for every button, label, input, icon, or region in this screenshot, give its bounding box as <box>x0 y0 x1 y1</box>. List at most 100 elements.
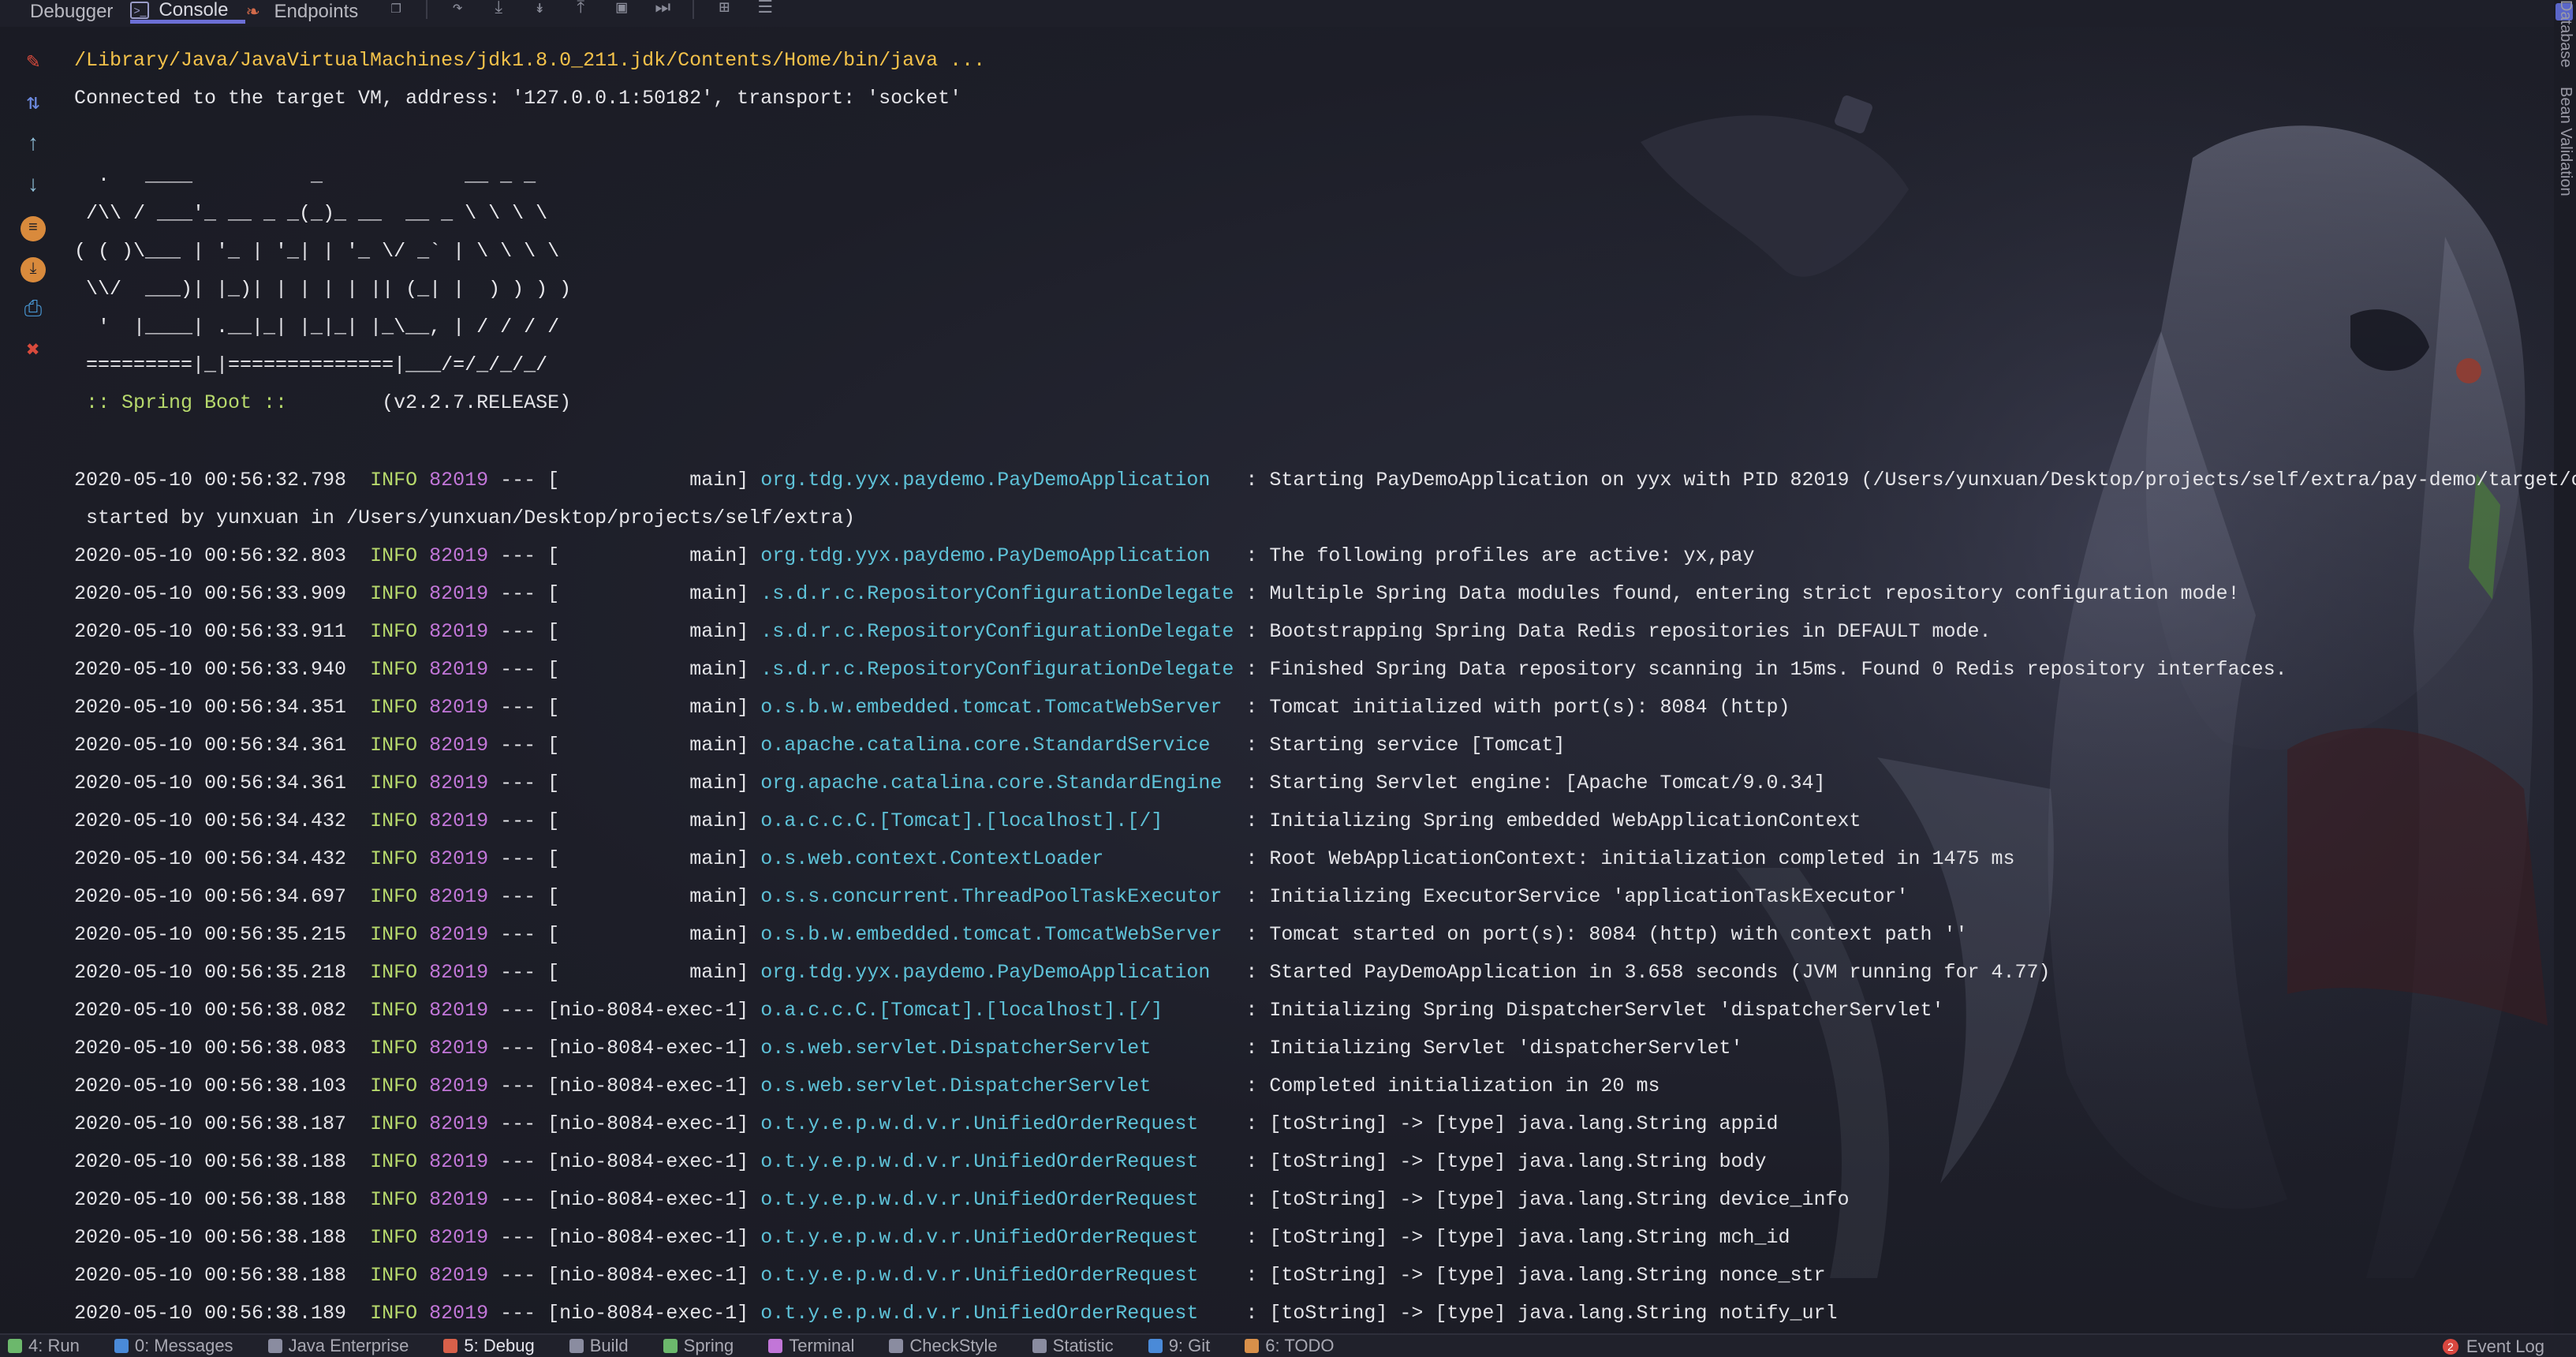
log-time: 2020-05-10 00:56:38.188 <box>74 1226 347 1249</box>
log-time: 2020-05-10 00:56:34.432 <box>74 847 347 870</box>
bottom-tab[interactable]: 4: Run <box>8 1336 80 1356</box>
build-icon <box>569 1339 584 1353</box>
step-into-icon[interactable]: ⤓ <box>489 0 508 19</box>
delete-icon[interactable]: ✖ <box>21 339 46 364</box>
java-enterprise-icon <box>267 1339 282 1353</box>
console-output[interactable]: /Library/Java/JavaVirtualMachines/jdk1.8… <box>74 47 2576 1325</box>
bottom-tab-label: Java Enterprise <box>288 1336 409 1355</box>
event-log-button[interactable]: 2 Event Log <box>2442 1335 2544 1357</box>
step-out-icon[interactable]: ⤒ <box>571 0 590 19</box>
force-step-into-icon[interactable]: ↡ <box>530 0 549 19</box>
log-line: 2020-05-10 00:56:35.218 INFO 82019 --- [… <box>74 959 2051 986</box>
scroll-down-icon[interactable]: ↓ <box>21 174 46 199</box>
log-pid: 82019 <box>429 1075 489 1097</box>
log-pid: 82019 <box>429 658 489 681</box>
banner-line: =========|_|==============|___/=/_/_/_/ <box>74 353 548 376</box>
bottom-tool-bar: 4: Run 0: Messages Java Enterprise 5: Debug… <box>0 1333 2576 1357</box>
tab-console-label: Console <box>159 0 229 21</box>
log-separator: --- <box>500 1150 536 1173</box>
log-level: INFO <box>370 696 418 719</box>
log-message: : [toString] -> [type] java.lang.String … <box>1245 1188 1850 1211</box>
log-separator: --- <box>500 544 536 567</box>
log-thread: [nio-8084-exec-1] <box>547 1150 749 1173</box>
log-message: : Finished Spring Data repository scanni… <box>1245 658 2287 681</box>
tab-console[interactable]: >_ Console <box>130 0 246 24</box>
toolbar-divider <box>693 0 695 19</box>
spring-icon <box>663 1339 678 1353</box>
print-icon[interactable]: ⎙ <box>21 298 46 323</box>
debug-icon <box>443 1339 458 1353</box>
log-thread: [ main] <box>547 469 749 492</box>
log-thread: [ main] <box>547 696 749 719</box>
log-pid: 82019 <box>429 999 489 1022</box>
bottom-tab[interactable]: CheckStyle <box>889 1336 998 1356</box>
evaluate-icon[interactable]: ⊞ <box>715 0 734 19</box>
log-thread: [ main] <box>547 620 749 643</box>
restore-layout-icon[interactable]: ❐ <box>386 0 405 19</box>
banner-line: . ____ _ __ _ _ <box>74 164 536 187</box>
log-pid: 82019 <box>429 620 489 643</box>
step-over-icon[interactable]: ↷ <box>448 0 467 19</box>
database-tab[interactable]: Database <box>2556 0 2574 68</box>
bottom-tab[interactable]: Java Enterprise <box>267 1336 409 1356</box>
terminal-icon <box>768 1339 783 1353</box>
log-line: 2020-05-10 00:56:38.083 INFO 82019 --- [… <box>74 1035 1742 1062</box>
endpoints-icon: ❧ <box>245 2 260 21</box>
bottom-tab[interactable]: Terminal <box>768 1336 854 1356</box>
bean-validation-tab[interactable]: Bean Validation <box>2556 87 2574 196</box>
trace-icon[interactable]: ☰ <box>756 0 775 19</box>
log-thread: [ main] <box>547 582 749 605</box>
log-pid: 82019 <box>429 1226 489 1249</box>
messages-icon <box>114 1339 129 1353</box>
log-line: 2020-05-10 00:56:38.188 INFO 82019 --- [… <box>74 1224 1790 1251</box>
log-line: 2020-05-10 00:56:33.911 INFO 82019 --- [… <box>74 619 1992 645</box>
scroll-up-icon[interactable]: ↑ <box>21 133 46 158</box>
bottom-tab[interactable]: 0: Messages <box>114 1336 233 1356</box>
banner-line: ( ( )\___ | '_ | '_| | '_ \/ _` | \ \ \ … <box>74 240 560 263</box>
log-logger: o.a.c.c.C.[Tomcat].[localhost].[/] <box>760 809 1234 832</box>
bottom-tab[interactable]: 5: Debug <box>443 1336 535 1356</box>
soft-wrap-icon[interactable]: ≡ <box>21 216 46 241</box>
bottom-tab[interactable]: 6: TODO <box>1245 1336 1334 1356</box>
log-separator: --- <box>500 961 536 984</box>
log-pid: 82019 <box>429 1264 489 1287</box>
scroll-to-end-icon[interactable]: ⤓ <box>21 257 46 282</box>
bottom-tab[interactable]: Spring <box>663 1336 734 1356</box>
spring-boot-version: (v2.2.7.RELEASE) <box>299 391 572 414</box>
tab-debugger[interactable]: Debugger <box>30 0 130 24</box>
tab-endpoints[interactable]: ❧ Endpoints <box>245 0 375 24</box>
bottom-tab[interactable]: Build <box>569 1336 629 1356</box>
log-pid: 82019 <box>429 469 489 492</box>
log-separator: --- <box>500 847 536 870</box>
log-thread: [nio-8084-exec-1] <box>547 1188 749 1211</box>
log-thread: [nio-8084-exec-1] <box>547 1264 749 1287</box>
sort-icon[interactable]: ⇅ <box>21 92 46 117</box>
log-logger: o.s.web.servlet.DispatcherServlet <box>760 1037 1234 1060</box>
tab-endpoints-label: Endpoints <box>274 1 359 22</box>
log-line-continuation: started by yunxuan in /Users/yunxuan/Des… <box>74 507 856 529</box>
log-pid: 82019 <box>429 1037 489 1060</box>
clear-icon[interactable]: ✎ <box>21 50 46 76</box>
log-logger: .s.d.r.c.RepositoryConfigurationDelegate <box>760 658 1234 681</box>
log-pid: 82019 <box>429 1188 489 1211</box>
log-level: INFO <box>370 1264 418 1287</box>
log-time: 2020-05-10 00:56:34.361 <box>74 734 347 757</box>
log-level: INFO <box>370 1188 418 1211</box>
log-thread: [ main] <box>547 809 749 832</box>
log-thread: [nio-8084-exec-1] <box>547 1302 749 1325</box>
log-separator: --- <box>500 1226 536 1249</box>
drop-frame-icon[interactable]: ▣ <box>612 0 631 19</box>
bottom-tab[interactable]: 9: Git <box>1148 1336 1210 1356</box>
banner-line: \\/ ___)| |_)| | | | | || (_| | ) ) ) ) <box>74 278 572 301</box>
log-message: : Starting Servlet engine: [Apache Tomca… <box>1245 772 1826 794</box>
run-to-cursor-icon[interactable]: ⏭ <box>653 0 672 19</box>
log-level: INFO <box>370 582 418 605</box>
bottom-tabs: 4: Run 0: Messages Java Enterprise 5: Debug… <box>0 1336 1368 1356</box>
log-message: : [toString] -> [type] java.lang.String … <box>1245 1264 1826 1287</box>
log-thread: [ main] <box>547 658 749 681</box>
event-log-label: Event Log <box>2466 1336 2544 1356</box>
bottom-tab[interactable]: Statistic <box>1032 1336 1114 1356</box>
log-line: 2020-05-10 00:56:38.103 INFO 82019 --- [… <box>74 1073 1659 1100</box>
git-icon <box>1148 1339 1163 1353</box>
log-time: 2020-05-10 00:56:38.188 <box>74 1150 347 1173</box>
